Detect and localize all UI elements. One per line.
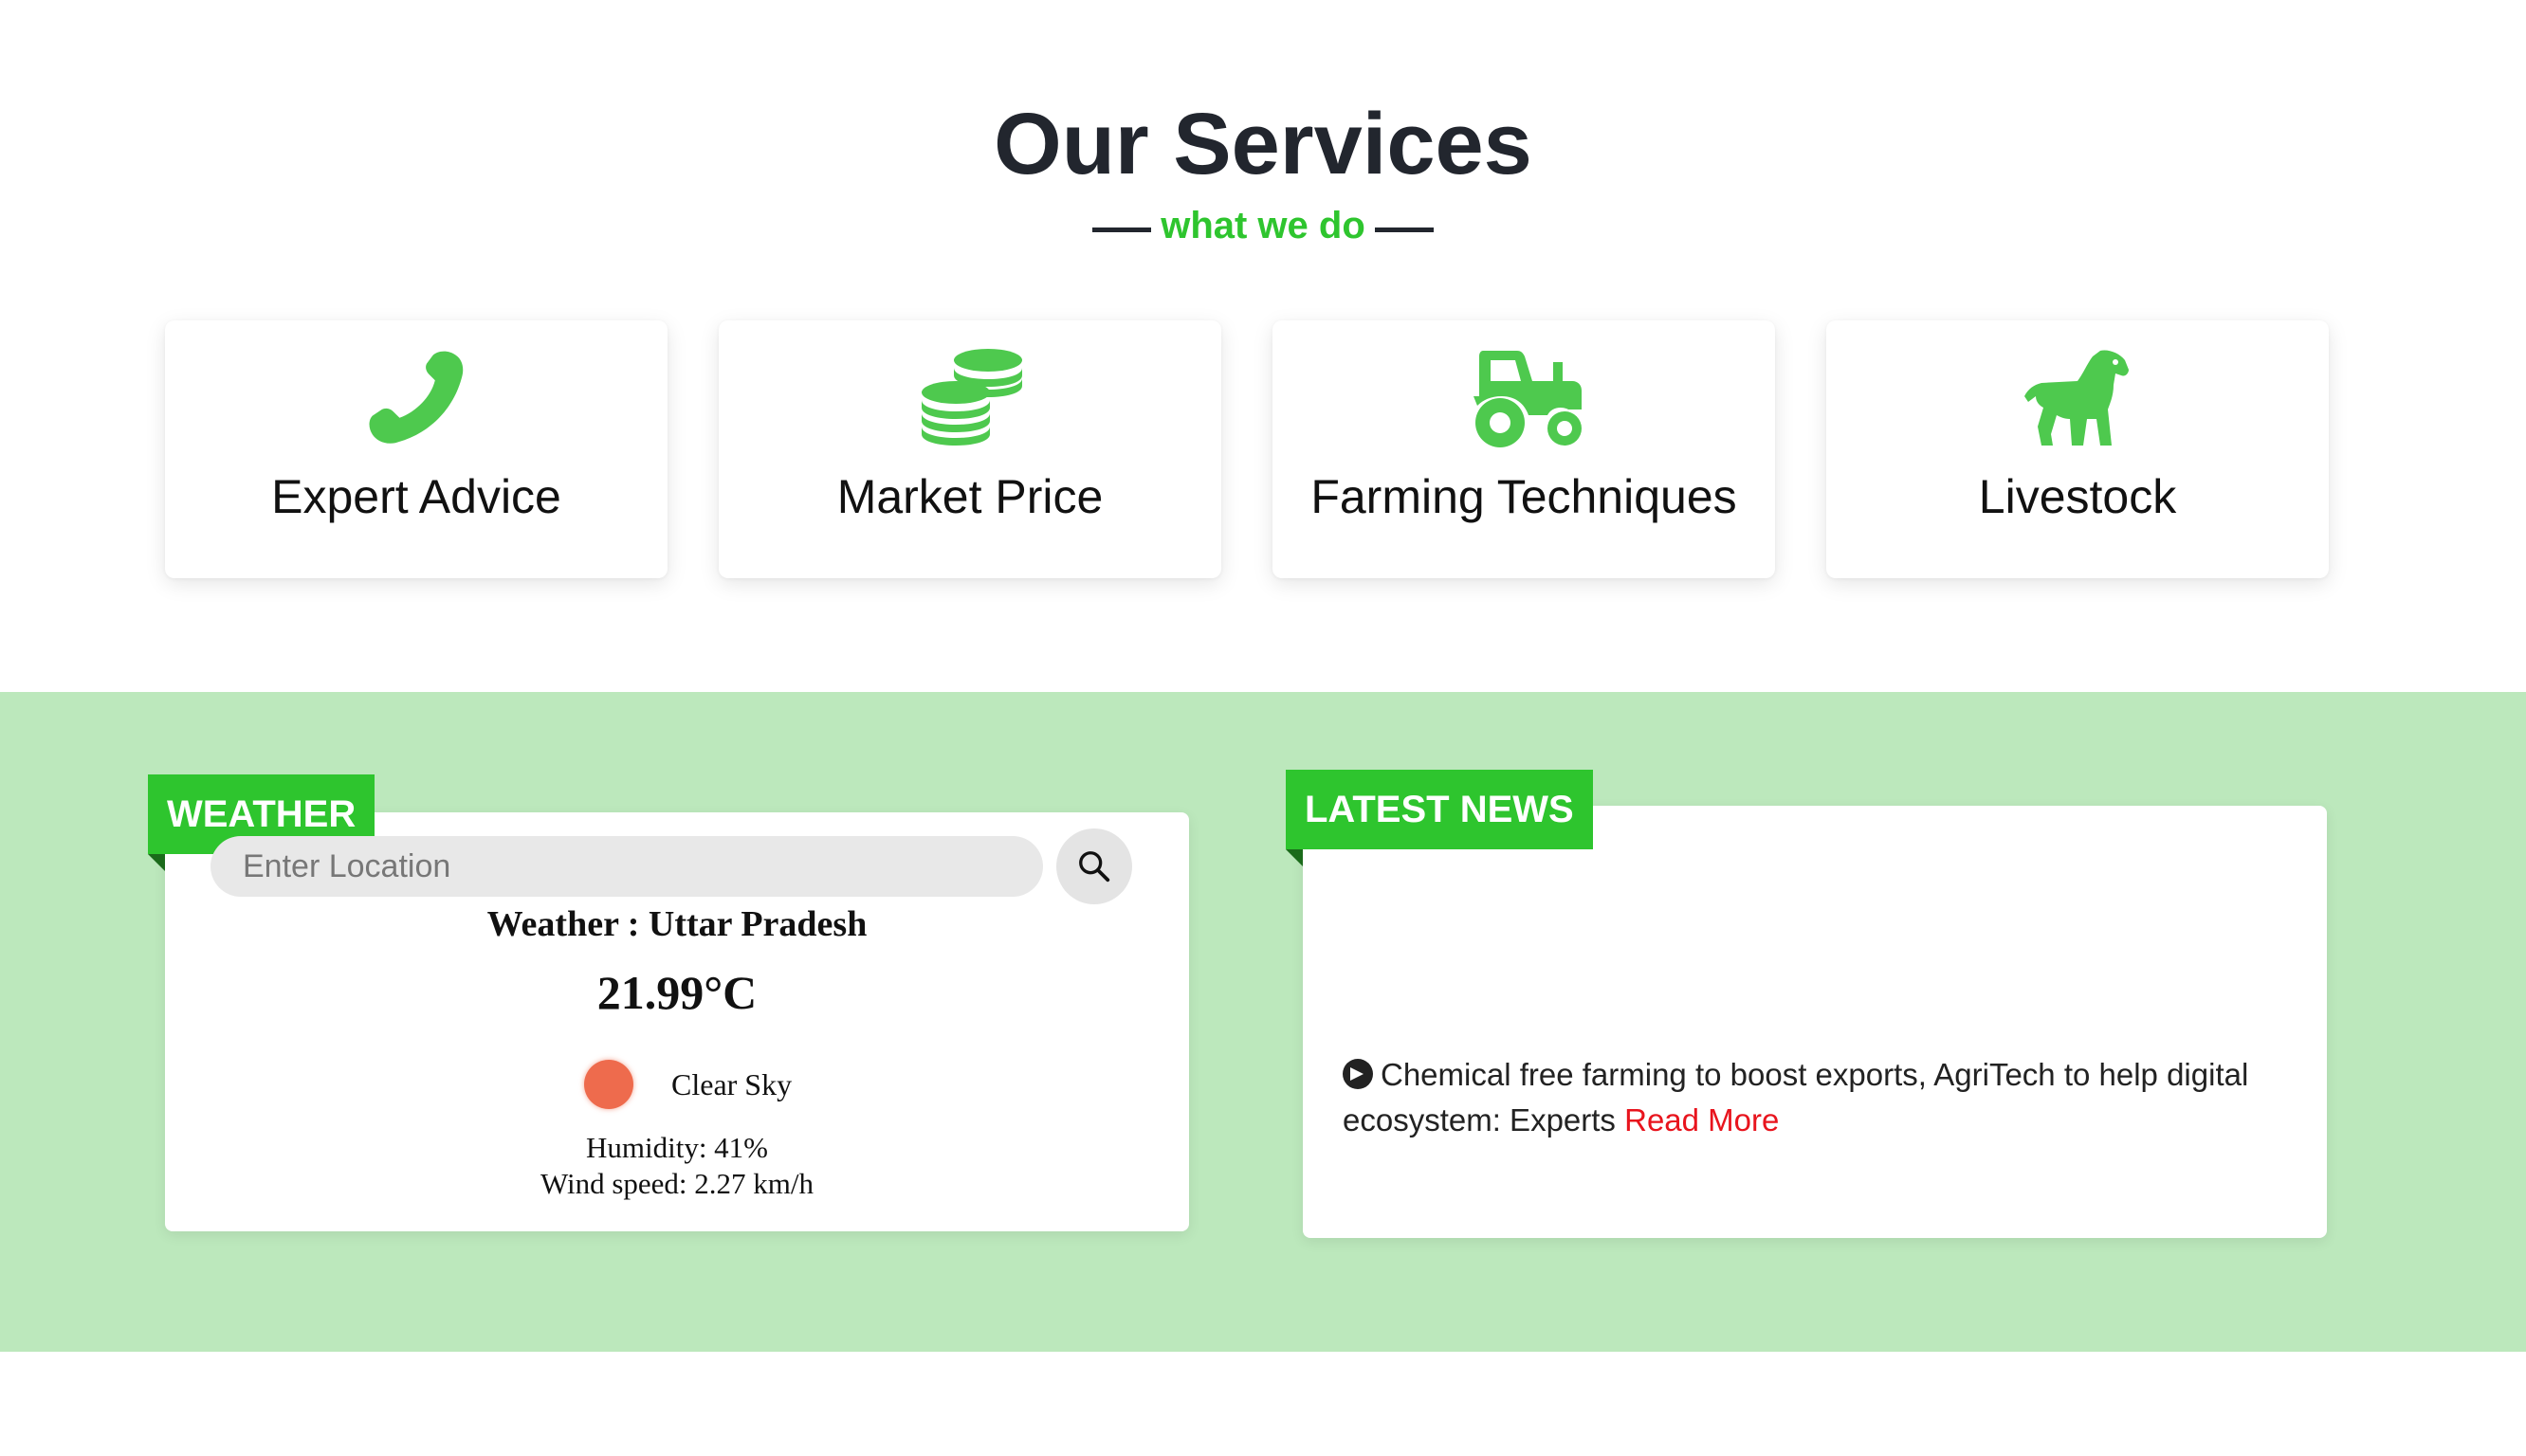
coins-icon	[719, 347, 1221, 451]
horse-icon	[1826, 347, 2329, 451]
subtitle-dash-left	[1092, 227, 1152, 232]
tractor-icon	[1272, 347, 1775, 451]
read-more-link[interactable]: Read More	[1624, 1102, 1779, 1138]
service-card-expert-advice[interactable]: Expert Advice	[165, 320, 668, 578]
weather-temperature: 21.99°C	[596, 966, 758, 1019]
weather-humidity: Humidity: 41%	[585, 1131, 769, 1164]
news-ribbon: LATEST NEWS	[1286, 770, 1593, 866]
service-card-farming-techniques[interactable]: Farming Techniques	[1272, 320, 1775, 578]
weather-condition: Clear Sky	[671, 1067, 793, 1101]
weather-city: Weather : Uttar Pradesh	[486, 904, 868, 944]
subtitle-text: what we do	[1161, 205, 1365, 246]
service-card-market-price[interactable]: Market Price	[719, 320, 1221, 578]
subtitle-dash-right	[1374, 227, 1434, 232]
services-section: Our Services what we do Expert Advice Ma…	[0, 0, 2526, 692]
service-card-livestock[interactable]: Livestock	[1826, 320, 2329, 578]
services-subtitle: what we do	[0, 201, 2526, 250]
sun-icon	[584, 1060, 633, 1109]
search-icon	[1079, 851, 1110, 883]
news-item: Chemical free farming to boost exports, …	[1343, 1052, 2291, 1143]
card-label: Expert Advice	[271, 470, 561, 523]
weather-wind: Wind speed: 2.27 km/h	[540, 1167, 815, 1200]
news-list: Chemical free farming to boost exports, …	[1343, 1052, 2291, 1194]
search-button[interactable]	[1056, 828, 1132, 904]
services-title: Our Services	[994, 96, 1532, 192]
phone-icon	[165, 347, 668, 451]
card-label: Market Price	[836, 470, 1104, 523]
arrow-circle-right-icon	[1343, 1059, 1373, 1089]
news-item-text: Chemical free farming to boost exports, …	[1343, 1057, 2249, 1138]
card-label: Livestock	[1978, 470, 2177, 523]
card-label: Farming Techniques	[1310, 470, 1737, 523]
location-search-input[interactable]	[210, 836, 1043, 897]
